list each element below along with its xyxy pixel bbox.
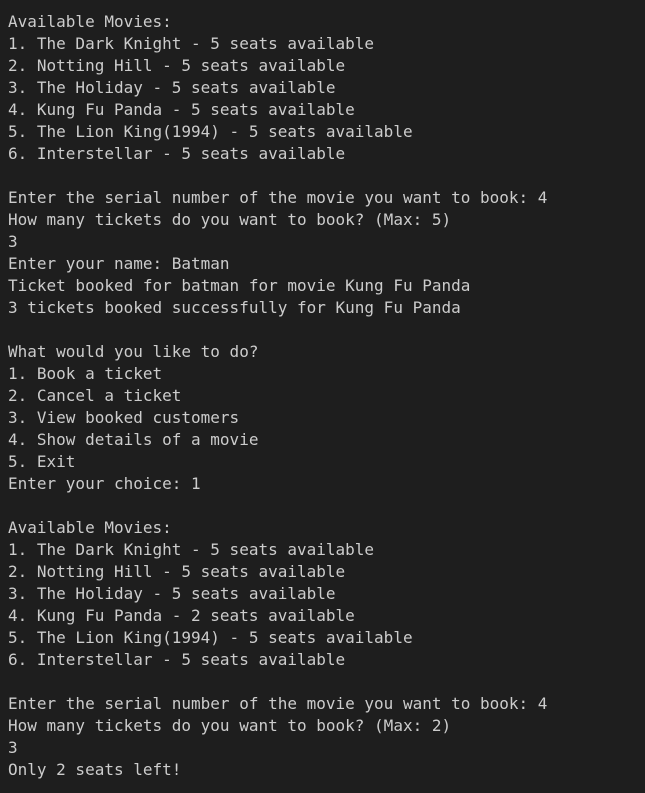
terminal-line: 3. The Holiday - 5 seats available <box>8 78 336 97</box>
terminal-line: Enter the serial number of the movie you… <box>8 694 548 713</box>
terminal-line: 6. Interstellar - 5 seats available <box>8 144 346 163</box>
terminal-line: 1. Book a ticket <box>8 364 163 383</box>
terminal-output[interactable]: Available Movies: 1. The Dark Knight - 5… <box>0 0 645 793</box>
terminal-line: 2. Notting Hill - 5 seats available <box>8 562 346 581</box>
terminal-line: How many tickets do you want to book? (M… <box>8 716 452 735</box>
terminal-line: 3. View booked customers <box>8 408 240 427</box>
terminal-line: 3. The Holiday - 5 seats available <box>8 584 336 603</box>
terminal-line: Available Movies: <box>8 518 172 537</box>
terminal-line: Enter your name: Batman <box>8 254 230 273</box>
terminal-line: 5. The Lion King(1994) - 5 seats availab… <box>8 122 413 141</box>
terminal-line: 4. Show details of a movie <box>8 430 259 449</box>
terminal-line: How many tickets do you want to book? (M… <box>8 210 452 229</box>
terminal-line: 5. Exit <box>8 452 76 471</box>
terminal-line: Enter your choice: 1 <box>8 474 201 493</box>
terminal-line: What would you like to do? <box>8 342 259 361</box>
terminal-line: Only 2 seats left! <box>8 760 182 779</box>
terminal-line: 1. The Dark Knight - 5 seats available <box>8 34 375 53</box>
terminal-line: 5. The Lion King(1994) - 5 seats availab… <box>8 628 413 647</box>
terminal-line: 4. Kung Fu Panda - 5 seats available <box>8 100 355 119</box>
terminal-line: 3 <box>8 232 18 251</box>
terminal-line: 4. Kung Fu Panda - 2 seats available <box>8 606 355 625</box>
terminal-line: 2. Cancel a ticket <box>8 386 182 405</box>
terminal-line: Ticket booked for batman for movie Kung … <box>8 276 471 295</box>
terminal-line: 2. Notting Hill - 5 seats available <box>8 56 346 75</box>
terminal-line: 6. Interstellar - 5 seats available <box>8 650 346 669</box>
terminal-line: Available Movies: <box>8 12 172 31</box>
terminal-line: 3 tickets booked successfully for Kung F… <box>8 298 461 317</box>
terminal-line: Enter the serial number of the movie you… <box>8 188 548 207</box>
terminal-line: 3 <box>8 738 18 757</box>
terminal-line: 1. The Dark Knight - 5 seats available <box>8 540 375 559</box>
